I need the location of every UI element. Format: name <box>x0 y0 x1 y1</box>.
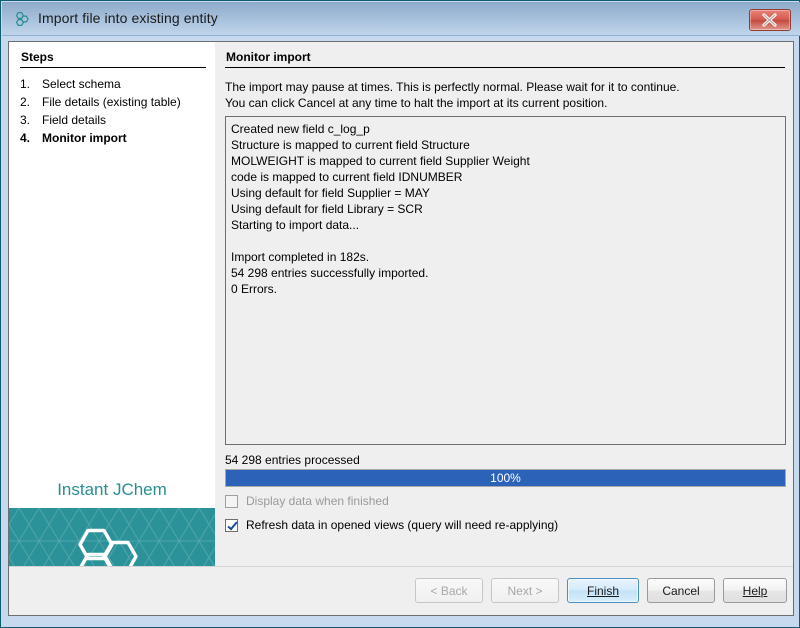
cancel-button-label: Cancel <box>662 584 699 598</box>
log-line: Created new field c_log_p <box>231 121 780 137</box>
description: The import may pause at times. This is p… <box>225 79 791 111</box>
checkbox-refresh-data-in-opened-views[interactable]: Refresh data in opened views (query will… <box>225 518 558 532</box>
step-number: 2. <box>20 94 42 111</box>
log-line: Import completed in 182s. <box>231 249 780 265</box>
import-log[interactable]: Created new field c_log_p Structure is m… <box>225 116 786 445</box>
checkbox-box[interactable] <box>225 495 238 508</box>
step-label: File details (existing table) <box>42 94 210 111</box>
log-line: code is mapped to current field IDNUMBER <box>231 169 780 185</box>
description-line-2: You can click Cancel at any time to halt… <box>225 95 791 111</box>
finish-button-label: Finish <box>587 584 619 598</box>
help-button-label: Help <box>743 584 768 598</box>
next-button[interactable]: Next > <box>491 578 559 603</box>
step-label: Monitor import <box>42 130 210 147</box>
log-line: Structure is mapped to current field Str… <box>231 137 780 153</box>
checkbox-box[interactable] <box>225 519 238 532</box>
close-icon <box>762 13 777 27</box>
log-line: MOLWEIGHT is mapped to current field Sup… <box>231 153 780 169</box>
back-button[interactable]: < Back <box>415 578 483 603</box>
help-button[interactable]: Help <box>723 578 787 603</box>
finish-button[interactable]: Finish <box>567 578 639 603</box>
step-item-1: 1. Select schema <box>20 76 210 93</box>
progress-bar: 100% <box>225 469 786 487</box>
cancel-button[interactable]: Cancel <box>647 578 715 603</box>
brand-name: Instant JChem <box>9 480 215 500</box>
dialog-content: Steps 1. Select schema 2. File details (… <box>8 41 794 616</box>
log-line-blank <box>231 233 780 249</box>
step-item-2: 2. File details (existing table) <box>20 94 210 111</box>
steps-list: 1. Select schema 2. File details (existi… <box>20 76 210 148</box>
back-button-label: < Back <box>430 584 467 598</box>
step-label: Field details <box>42 112 210 129</box>
checkbox-label: Display data when finished <box>246 494 389 508</box>
checkbox-label: Refresh data in opened views (query will… <box>246 518 558 532</box>
step-number: 4. <box>20 130 42 147</box>
log-line: Using default for field Library = SCR <box>231 201 780 217</box>
steps-panel: Steps 1. Select schema 2. File details (… <box>9 42 215 567</box>
log-line: 0 Errors. <box>231 281 780 297</box>
progress-percent-text: 100% <box>226 470 785 486</box>
step-item-3: 3. Field details <box>20 112 210 129</box>
steps-heading: Steps <box>21 50 54 64</box>
jchem-hexagon-icon <box>12 9 32 29</box>
step-item-4: 4. Monitor import <box>20 130 210 147</box>
description-line-1: The import may pause at times. This is p… <box>225 79 791 95</box>
step-number: 1. <box>20 76 42 93</box>
button-bar: < Back Next > Finish Cancel Help <box>9 566 793 615</box>
page-title: Monitor import <box>226 50 311 64</box>
window-title: Import file into existing entity <box>38 10 218 26</box>
progress-label: 54 298 entries processed <box>225 453 360 467</box>
title-divider <box>225 67 785 68</box>
log-line: Using default for field Supplier = MAY <box>231 185 780 201</box>
close-button[interactable] <box>749 9 791 31</box>
log-line: Starting to import data... <box>231 217 780 233</box>
steps-divider <box>20 67 206 68</box>
title-bar: Import file into existing entity <box>2 2 800 36</box>
log-line: 54 298 entries successfully imported. <box>231 265 780 281</box>
step-number: 3. <box>20 112 42 129</box>
main-panel: Monitor import The import may pause at t… <box>215 42 793 615</box>
dialog-window: Import file into existing entity Steps 1… <box>0 0 800 628</box>
checkbox-display-data-when-finished[interactable]: Display data when finished <box>225 494 389 508</box>
step-label: Select schema <box>42 76 210 93</box>
next-button-label: Next > <box>507 584 542 598</box>
